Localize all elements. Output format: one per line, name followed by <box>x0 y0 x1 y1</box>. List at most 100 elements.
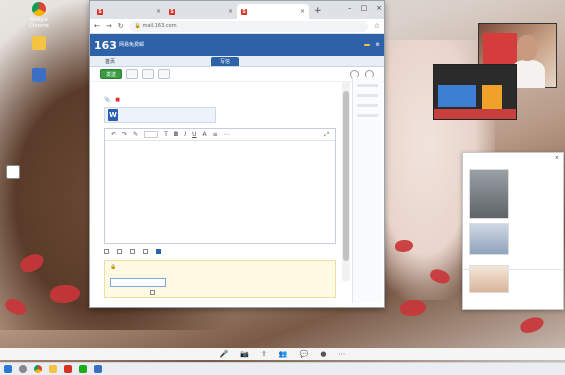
browser-tab-active[interactable]: S × <box>237 4 309 19</box>
reload-icon[interactable]: ↻ <box>118 22 124 30</box>
checkbox-icon <box>130 249 135 254</box>
minimize-icon[interactable]: – <box>348 4 352 12</box>
url-text: mail.163.com <box>142 23 177 29</box>
undo-icon[interactable]: ↶ <box>111 131 116 138</box>
font-color-icon[interactable]: A <box>203 131 207 138</box>
desktop-icon-folder[interactable] <box>26 36 52 51</box>
attachment-row: 📎 ■ <box>104 95 336 104</box>
large-attachment-icon[interactable]: ■ <box>115 97 120 103</box>
desktop-icon-app[interactable] <box>26 68 52 83</box>
new-tab-button[interactable]: + <box>309 6 327 19</box>
chat-input-area[interactable] <box>463 269 563 309</box>
tab-app-center[interactable] <box>148 57 166 66</box>
browser-window: S × S × S × + – □ × ← → ↻ 🔒 mail.163.com… <box>89 0 385 308</box>
compose-toolbar: 发送 <box>90 67 384 82</box>
compose-area: 📎 ■ W ↶ ↷ ✎ T B I U A ≡ ⋯ ⤢ 🔒 <box>104 95 336 298</box>
list-icon[interactable]: ≡ <box>213 131 218 138</box>
redo-icon[interactable]: ↷ <box>122 131 127 138</box>
forward-icon[interactable]: → <box>106 22 112 30</box>
app-icon <box>32 68 46 82</box>
address-bar-row: ← → ↻ 🔒 mail.163.com ☆ <box>90 19 384 34</box>
preview-button[interactable] <box>126 69 139 79</box>
mail-nav-tabs: 首页 写信 <box>90 56 384 67</box>
paperclip-icon[interactable]: 📎 <box>104 97 110 103</box>
header-nav: ⚙ <box>363 42 380 48</box>
browser-tab[interactable]: S × <box>93 4 165 19</box>
close-icon[interactable]: × <box>228 8 233 15</box>
participants-icon[interactable]: 👥 <box>279 350 288 358</box>
cancel-button[interactable] <box>158 69 171 79</box>
info-icon: 🔒 <box>110 264 117 270</box>
start-icon[interactable] <box>4 365 12 373</box>
record-icon[interactable]: ● <box>320 350 326 358</box>
brush-icon[interactable]: ✎ <box>133 131 138 138</box>
app-icon[interactable] <box>64 365 72 373</box>
chat-image[interactable] <box>469 169 509 219</box>
remember-password-option[interactable] <box>150 290 330 296</box>
checkbox-checked-icon <box>156 249 161 254</box>
more-icon[interactable]: ⋯ <box>338 350 345 358</box>
shared-screen-thumb <box>438 85 476 107</box>
close-icon[interactable]: × <box>300 8 305 15</box>
tab-inbox[interactable] <box>190 57 208 66</box>
video-tile-screen[interactable] <box>433 64 517 120</box>
tab-home[interactable]: 首页 <box>96 57 124 66</box>
option-encrypt[interactable] <box>156 249 162 255</box>
sidebar-line <box>357 84 378 87</box>
lock-icon: 🔒 <box>134 23 143 29</box>
option-scheduled[interactable] <box>130 249 136 255</box>
chat-icon[interactable]: 💬 <box>300 350 309 358</box>
checkbox-icon <box>117 249 122 254</box>
chat-image[interactable] <box>469 223 509 255</box>
italic-icon[interactable]: I <box>184 131 186 138</box>
font-size-icon[interactable]: T <box>164 131 168 138</box>
camera-icon[interactable]: 📷 <box>240 350 249 358</box>
close-icon[interactable]: × <box>156 8 161 15</box>
checkbox-icon <box>143 249 148 254</box>
more-icon[interactable]: ⋯ <box>224 131 230 138</box>
desktop-icon-chrome[interactable]: Google Chrome <box>26 2 52 29</box>
send-button[interactable]: 发送 <box>100 69 123 79</box>
tab-compose[interactable]: 写信 <box>211 57 240 66</box>
fullscreen-icon[interactable]: ⤢ <box>324 131 329 139</box>
vip-badge[interactable] <box>363 44 370 46</box>
mic-icon[interactable]: 🎤 <box>220 350 229 358</box>
bold-icon[interactable]: B <box>174 131 179 138</box>
send-label: 发送 <box>106 71 117 78</box>
app-icon[interactable] <box>94 365 102 373</box>
password-row <box>110 278 330 287</box>
share-icon[interactable]: ⇪ <box>261 350 267 358</box>
option-single[interactable] <box>143 249 149 255</box>
search-icon[interactable] <box>19 365 27 373</box>
tab-services[interactable] <box>169 57 187 66</box>
scrollbar-thumb[interactable] <box>343 91 349 261</box>
app-icon[interactable] <box>79 365 87 373</box>
checkbox-icon <box>104 249 109 254</box>
save-draft-button[interactable] <box>142 69 155 79</box>
settings-icon[interactable]: ⚙ <box>376 42 380 48</box>
maximize-icon[interactable]: □ <box>361 4 368 12</box>
star-icon[interactable]: ☆ <box>374 22 380 30</box>
password-input[interactable] <box>110 278 166 287</box>
attachment-file[interactable]: W <box>104 107 216 123</box>
netease-favicon-icon: S <box>97 8 103 15</box>
underline-icon[interactable]: U <box>192 131 196 138</box>
back-icon[interactable]: ← <box>94 22 100 30</box>
close-window-icon[interactable]: × <box>376 4 382 12</box>
browser-tab[interactable]: S × <box>165 4 237 19</box>
compose-scrollbar[interactable] <box>342 81 350 281</box>
meeting-toolbar: 🎤 📷 ⇪ 👥 💬 ● ⋯ <box>0 348 565 360</box>
chrome-icon[interactable] <box>34 365 42 373</box>
url-input[interactable]: 🔒 mail.163.com <box>129 20 368 32</box>
folder-icon <box>32 36 46 50</box>
explorer-icon[interactable] <box>49 365 57 373</box>
option-urgent[interactable] <box>104 249 110 255</box>
rich-text-editor[interactable]: ↶ ↷ ✎ T B I U A ≡ ⋯ ⤢ <box>104 128 336 244</box>
mail-logo[interactable]: 163 <box>94 39 117 52</box>
tab-contacts[interactable] <box>127 57 145 66</box>
option-receipt[interactable] <box>117 249 123 255</box>
desktop-icon-file[interactable] <box>0 165 26 180</box>
mail-logo-sub: 网易免费邮 <box>118 42 144 48</box>
font-select[interactable] <box>144 131 159 138</box>
close-icon[interactable]: × <box>555 155 559 161</box>
